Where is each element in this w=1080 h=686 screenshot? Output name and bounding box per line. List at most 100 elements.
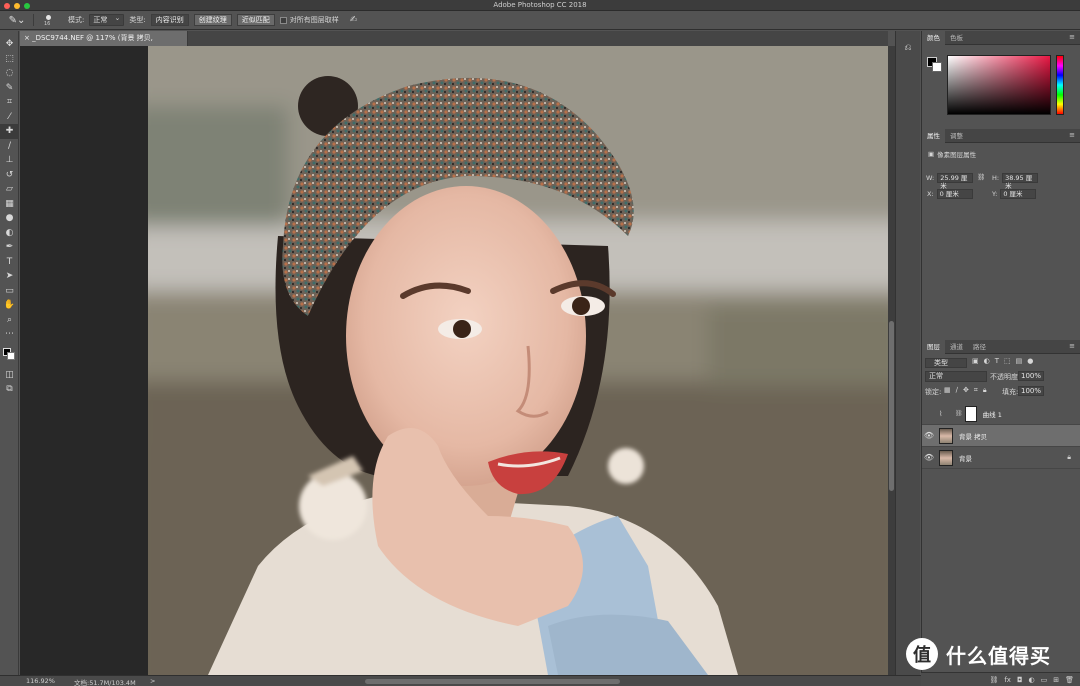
dodge-icon[interactable]: ◐ [0,226,19,241]
type-icon[interactable]: T [0,255,19,270]
quick-select-icon[interactable]: ✎ [0,81,19,96]
tab-adjustments[interactable]: 调整 [945,129,968,143]
history-brush-icon[interactable]: ↺ [0,168,19,183]
new-layer-icon[interactable]: ⊞ [1053,676,1059,684]
opacity-field[interactable]: 100% [1018,371,1044,381]
layers-footer: ⛓ fx ◘ ◐ ▭ ⊞ 🗑︎ [921,672,1080,686]
checkbox-box[interactable] [279,16,287,24]
eraser-icon[interactable]: ▱ [0,182,19,197]
lasso-icon[interactable]: ◌ [0,66,19,81]
layer-filter-select[interactable]: 类型 [925,358,967,368]
canvas-image[interactable] [148,46,888,675]
tab-layers[interactable]: 图层 [922,339,945,354]
x-field[interactable]: 0 厘米 [936,189,973,199]
height-field[interactable]: 38.95 厘米 [1002,173,1039,190]
eye-icon[interactable]: 👁︎ [922,453,936,462]
pompom-earring-right [608,448,644,484]
sample-all-layers-checkbox[interactable]: 对所有图层取样 [279,15,339,25]
fill-field[interactable]: 100% [1018,386,1044,396]
pressure-icon[interactable]: ✍ [350,15,358,25]
zoom-level[interactable]: 116.92% [26,677,55,685]
hand-icon[interactable]: ✋ [0,298,19,313]
mode-select[interactable]: 正常 [89,13,125,26]
layer-thumbnail[interactable] [939,427,953,444]
blend-mode-select[interactable]: 正常 [925,371,987,382]
fx-icon[interactable]: fx [1004,676,1011,684]
tab-strip [188,31,888,46]
zoom-icon[interactable]: ⌕ [0,313,19,328]
move-icon[interactable]: ✥ [0,37,19,52]
filter-pixel-icon[interactable]: ▣ [972,357,979,365]
layer-thumbnail[interactable] [939,449,953,466]
quick-mask-icon[interactable]: ◫ [0,368,19,383]
brush-preset-picker[interactable]: 16 [39,13,63,27]
lock-artboard-icon[interactable]: ⌗ [974,386,978,395]
eye-icon[interactable]: 👁︎ [922,431,936,440]
eyedropper-icon[interactable]: ⁄ [0,110,19,125]
shape-icon[interactable]: ▭ [0,284,19,299]
panel-menu-icon[interactable]: ≡ [1069,342,1075,350]
layer-name[interactable]: 曲线 1 [983,409,1002,419]
layer-row[interactable]: ⌇ ⛓ 曲线 1 [922,403,1080,425]
vertical-scrollbar[interactable] [888,46,895,675]
adjustment-icon[interactable]: ◐ [1029,676,1035,684]
blur-icon[interactable]: ● [0,211,19,226]
status-menu-arrow[interactable]: > [150,677,155,685]
document-tab[interactable]: × _DSC9744.NEF @ 117% (背景 拷贝, RGB/16*) * [20,31,188,57]
create-texture-button[interactable]: 创建纹理 [193,14,232,26]
horizontal-scrollbar-thumb[interactable] [365,679,620,684]
tab-properties[interactable]: 属性 [922,128,945,143]
marquee-icon[interactable]: ⬚ [0,52,19,67]
history-icon[interactable]: ⎌ [902,43,914,53]
layer-row[interactable]: 👁︎ 背景 🔒︎ [922,447,1080,469]
crop-icon[interactable]: ⌗ [0,95,19,110]
mask-link-icon[interactable]: ⛓ [955,410,963,417]
filter-type-icon[interactable]: T [995,357,999,365]
pen-icon[interactable]: ✒ [0,240,19,255]
more-tools-icon[interactable]: ⋯ [0,327,19,342]
background-color-swatch[interactable] [932,62,942,72]
color-swatches[interactable] [0,342,18,368]
tab-paths[interactable]: 路径 [968,340,991,354]
panel-menu-icon[interactable]: ≡ [1069,131,1075,139]
content-aware-button[interactable]: 内容识别 [150,14,189,26]
filter-toggle-icon[interactable]: ● [1027,357,1033,365]
screen-mode-icon[interactable]: ⧉ [0,382,19,397]
brush-icon[interactable]: ∕ [0,139,19,154]
lock-image-icon[interactable]: ∕ [956,386,958,395]
width-field[interactable]: 25.99 厘米 [937,173,974,190]
layer-row[interactable]: 👁︎ 背景 拷贝 [922,425,1080,447]
mask-icon[interactable]: ◘ [1017,676,1023,684]
trash-icon[interactable]: 🗑︎ [1065,676,1074,684]
lock-transparency-icon[interactable]: ▦ [944,386,951,395]
path-select-icon[interactable]: ➤ [0,269,19,284]
filter-smart-object-icon[interactable]: ▤ [1016,357,1023,365]
filter-adjustment-icon[interactable]: ◐ [984,357,990,365]
link-icon[interactable]: ⛓ [989,676,998,684]
link-icon[interactable]: ⛓ [977,173,985,181]
panel-menu-icon[interactable]: ≡ [1069,33,1075,41]
gradient-icon[interactable]: ▦ [0,197,19,212]
scrollbar-thumb[interactable] [889,321,894,491]
tab-channels[interactable]: 通道 [945,340,968,354]
tab-swatches[interactable]: 色板 [945,31,968,45]
hue-slider[interactable] [1056,55,1064,115]
layer-name[interactable]: 背景 [959,453,972,463]
proximity-match-button[interactable]: 近似匹配 [236,14,275,26]
pixel-layer-icon: ▣ [928,150,935,158]
y-field[interactable]: 0 厘米 [1000,189,1037,199]
close-icon[interactable]: × [24,34,32,42]
layer-name[interactable]: 背景 拷贝 [959,431,987,441]
spot-healing-brush-icon[interactable]: ✎⌄ [6,13,28,27]
clone-stamp-icon[interactable]: ⊥ [0,153,19,168]
background-color-swatch[interactable] [7,351,15,360]
link-dimensions[interactable]: ⛓ [977,173,985,181]
layer-mask-thumbnail[interactable] [964,405,977,422]
lock-position-icon[interactable]: ✥ [963,386,969,395]
color-picker-field[interactable] [947,55,1051,115]
filter-shape-icon[interactable]: ⬚ [1004,357,1011,365]
healing-brush-icon[interactable]: ✚ [0,124,19,139]
tab-color[interactable]: 颜色 [922,30,945,45]
lock-all-icon[interactable]: 🔒︎ [983,386,987,395]
group-icon[interactable]: ▭ [1041,676,1048,684]
